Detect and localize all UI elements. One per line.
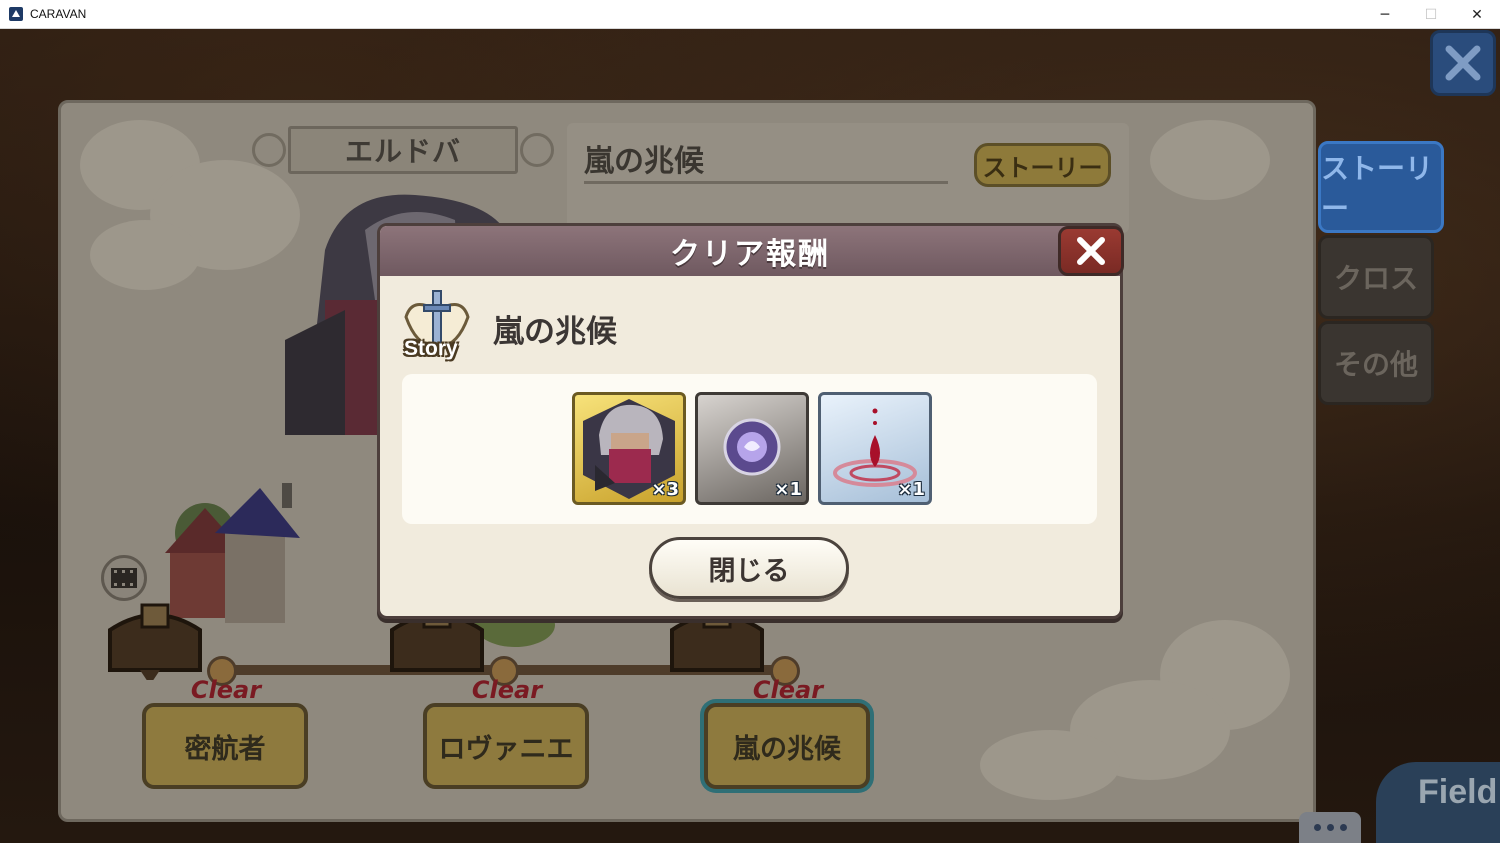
banner-ornament-left-icon xyxy=(252,133,286,167)
dot-icon xyxy=(1313,824,1321,831)
field-label: Field xyxy=(1418,773,1498,811)
stage-node-1[interactable]: 密航者 xyxy=(142,703,308,789)
clear-label: Clear xyxy=(471,676,543,704)
dialog-dismiss-button[interactable]: 閉じる xyxy=(649,537,849,599)
reward-count: ×1 xyxy=(897,479,925,500)
close-icon xyxy=(1077,237,1105,265)
stage-node-2[interactable]: ロヴァニエ xyxy=(423,703,589,789)
reward-item-character[interactable]: ×3 xyxy=(572,392,686,505)
cloud-decoration xyxy=(980,730,1120,800)
story-button[interactable]: ストーリー xyxy=(974,143,1111,187)
minimize-button[interactable]: ─ xyxy=(1362,0,1408,29)
movie-button[interactable] xyxy=(101,555,147,601)
title-underline xyxy=(584,181,948,184)
story-emblem: Story xyxy=(398,287,476,365)
stage-node-3[interactable]: 嵐の兆候 xyxy=(704,703,870,789)
window-titlebar: CARAVAN ─ ☐ ✕ xyxy=(0,0,1500,29)
window-title: CARAVAN xyxy=(30,7,87,21)
dialog-close-button[interactable] xyxy=(1058,226,1124,276)
window-close-button[interactable]: ✕ xyxy=(1454,0,1500,29)
dialog-header: クリア報酬 xyxy=(380,226,1120,276)
dot-icon xyxy=(1326,824,1334,831)
maximize-button[interactable]: ☐ xyxy=(1408,0,1454,29)
cloud-decoration xyxy=(1150,120,1270,200)
film-icon xyxy=(111,568,137,588)
story-emblem-label: Story xyxy=(404,337,458,360)
cloud-decoration xyxy=(90,220,200,290)
clear-label: Clear xyxy=(752,676,824,704)
stage-title: 嵐の兆候 xyxy=(584,144,704,179)
close-icon xyxy=(1445,45,1481,81)
dialog-stage-name: 嵐の兆候 xyxy=(493,314,617,350)
reward-count: ×1 xyxy=(774,479,802,500)
more-menu-button[interactable] xyxy=(1299,812,1361,843)
tab-cross[interactable]: クロス xyxy=(1318,235,1434,319)
dot-icon xyxy=(1339,824,1347,831)
clear-label: Clear xyxy=(190,676,262,704)
tab-story[interactable]: ストーリー xyxy=(1318,141,1444,233)
panel-close-button[interactable] xyxy=(1430,30,1496,96)
reward-item-blood-drop[interactable]: ×1 xyxy=(818,392,932,505)
tab-other[interactable]: その他 xyxy=(1318,321,1434,405)
banner-ornament-right-icon xyxy=(520,133,554,167)
reward-count: ×3 xyxy=(651,479,679,500)
treasure-chest-icon xyxy=(108,603,202,680)
chapter-banner: エルドバ xyxy=(288,126,518,174)
reward-item-orb[interactable]: ×1 xyxy=(695,392,809,505)
app-icon xyxy=(9,7,23,21)
dialog-title: クリア報酬 xyxy=(670,237,830,272)
